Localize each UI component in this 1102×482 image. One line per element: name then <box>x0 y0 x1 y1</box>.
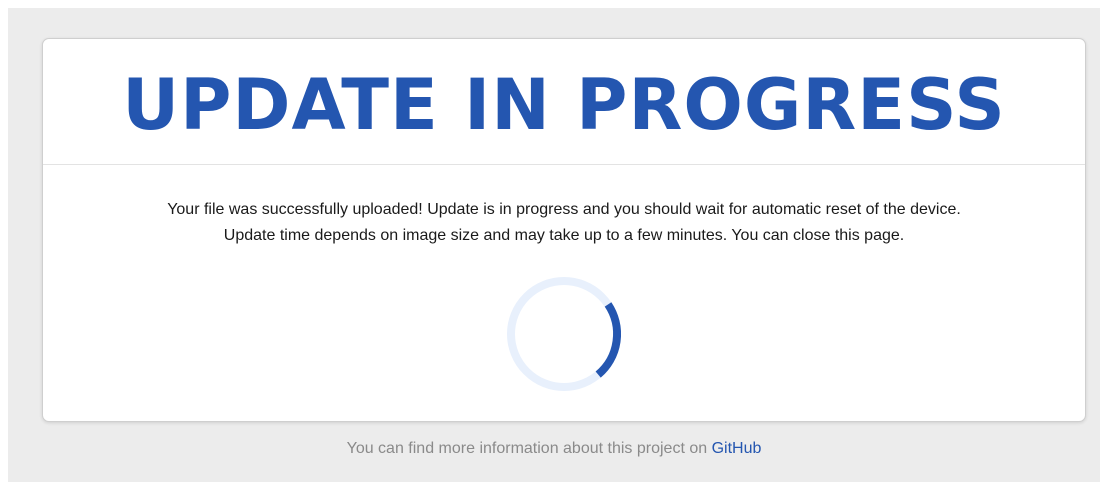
status-message-line-1: Your file was successfully uploaded! Upd… <box>167 201 961 218</box>
footer: You can find more information about this… <box>8 440 1100 458</box>
github-link[interactable]: GitHub <box>712 440 762 457</box>
page-title: UPDATE IN PROGRESS <box>122 63 1006 146</box>
page-background: UPDATE IN PROGRESS Your file was success… <box>8 8 1100 482</box>
loading-spinner-icon <box>507 277 622 391</box>
footer-text: You can find more information about this… <box>346 440 708 457</box>
update-card: UPDATE IN PROGRESS Your file was success… <box>42 38 1086 422</box>
card-body: Your file was successfully uploaded! Upd… <box>43 165 1085 249</box>
spinner-arc <box>595 302 622 378</box>
status-message-line-2: Update time depends on image size and ma… <box>223 227 905 244</box>
card-header: UPDATE IN PROGRESS <box>43 39 1085 165</box>
